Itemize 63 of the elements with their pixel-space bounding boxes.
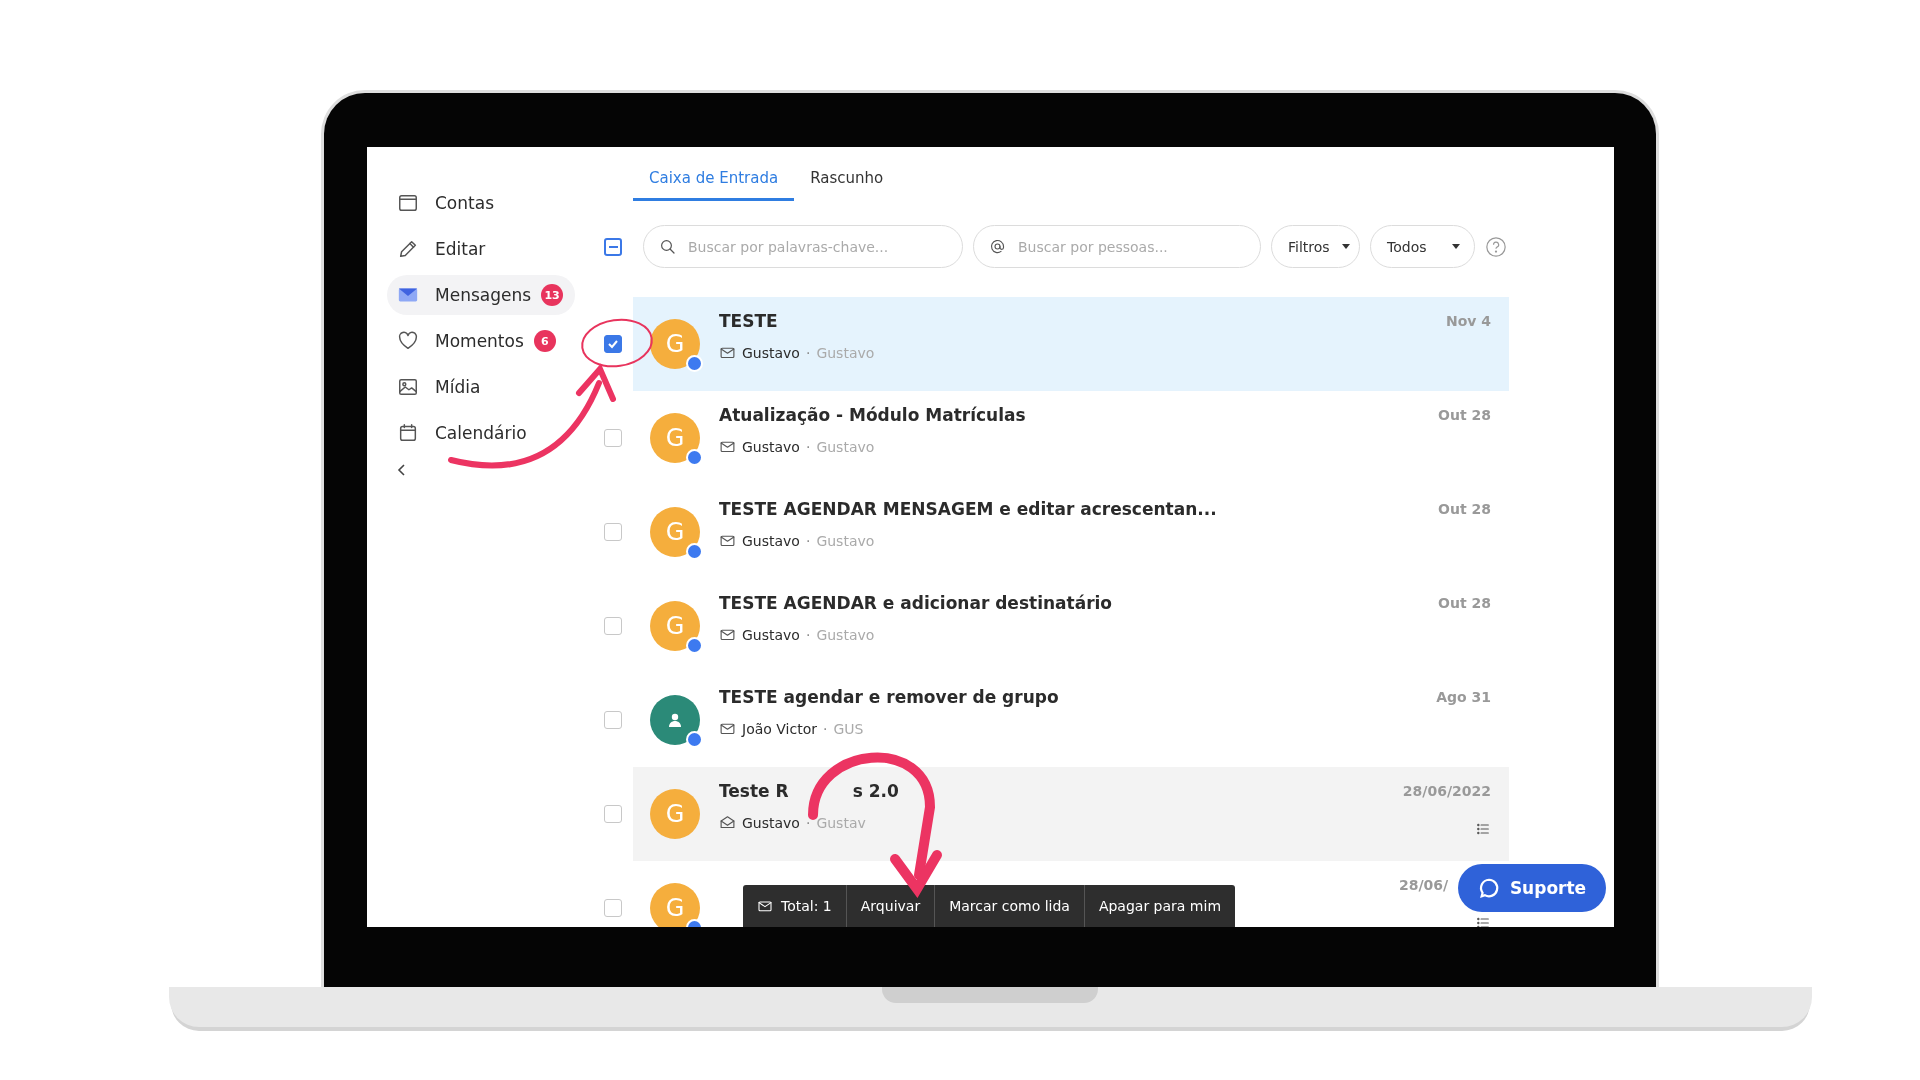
tab[interactable]: Rascunho [794,159,900,201]
separator-dot: · [805,814,811,831]
separator-dot: · [805,626,811,643]
sidebar-item[interactable]: Mídia [387,367,493,407]
message-subject: TESTE agendar e remover de grupo [719,687,1059,707]
filter-dropdown[interactable]: Filtros [1271,225,1360,268]
recipient-name: Gustavo [816,532,875,549]
count-badge: 6 [533,330,556,352]
message-row[interactable]: G TESTE AGENDAR MENSAGEM e editar acrescentan... Gustavo · Gustavo Out 28 [633,485,1509,579]
message-date: Out 28 [1438,501,1491,517]
message-row[interactable]: G TESTE AGENDAR e adicionar destinatário Gustavo · Gustavo Out 28 [633,579,1509,673]
message-row[interactable]: G Teste R s 2.0 Gustavo · Gustav 28/06/2022 [633,767,1509,861]
sidebar-item[interactable]: Editar [387,229,498,269]
sender-name: Gustavo [742,438,800,455]
message-subject: TESTE AGENDAR e adicionar destinatário [719,593,1113,613]
people-search-field[interactable]: Buscar por pessoas... [973,225,1261,268]
avatar-letter: G [665,424,685,452]
separator-dot: · [805,438,811,455]
message-row[interactable]: G Atualização - Módulo Matrículas Gustavo · Gustavo Out 28 [633,391,1509,485]
action-button[interactable]: Apagar para mim [1084,885,1236,927]
sender-name: Gustavo [742,626,800,643]
avatar-letter: G [665,330,685,358]
message-subject: Teste R [719,781,789,801]
separator-dot: · [805,532,811,549]
message-subject: TESTE [719,311,778,331]
message-subject: TESTE AGENDAR MENSAGEM e editar acrescentan... [719,499,1217,519]
message-date: Ago 31 [1436,689,1491,705]
action-button[interactable]: Arquivar [846,885,936,927]
count-badge: 13 [541,284,564,306]
sidebar-item[interactable]: Calendário [387,413,539,453]
avatar-letter: G [665,612,685,640]
filter-dropdown[interactable]: Todos [1370,225,1475,268]
message-date: Out 28 [1438,595,1491,611]
selection-total: Total: 1 [743,885,847,927]
sidebar-item[interactable]: Momentos 6 [387,321,568,361]
recipient-name: Gustavo [816,344,875,361]
separator-dot: · [822,720,828,737]
message-subject: s 2.0 [852,781,899,801]
support-button[interactable]: Suporte [1458,864,1606,912]
recipient-name: Gustav [816,814,866,831]
message-date: Nov 4 [1445,313,1491,329]
sender-name: Gustavo [742,344,800,361]
recipient-name: GUS [833,720,864,737]
message-date: Out 28 [1438,407,1491,423]
action-button[interactable]: Marcar como lida [935,885,1085,927]
message-row[interactable]: G TESTE Gustavo · Gustavo Nov 4 [633,297,1509,391]
message-row[interactable]: TESTE agendar e remover de grupo João Victor · GUS Ago 31 [633,673,1509,767]
sidebar-item[interactable]: Mensagens 13 [387,275,576,315]
tab[interactable]: Caixa de Entrada [633,159,795,201]
sender-name: João Victor [742,720,817,737]
recipient-name: Gustavo [816,626,875,643]
sender-name: Gustavo [742,814,800,831]
avatar-letter: G [665,894,685,922]
sender-name: Gustavo [742,532,800,549]
message-date: 28/06/ [1399,877,1449,893]
sidebar-item[interactable]: Contas [387,183,506,223]
message-subject: Atualização - Módulo Matrículas [719,405,1026,425]
avatar-letter: G [665,518,685,546]
message-date: 28/06/2022 [1402,783,1491,799]
avatar-letter: G [665,800,685,828]
recipient-name: Gustavo [816,438,875,455]
search-field[interactable]: Buscar por palavras-chave... [643,225,963,268]
separator-dot: · [805,344,811,361]
